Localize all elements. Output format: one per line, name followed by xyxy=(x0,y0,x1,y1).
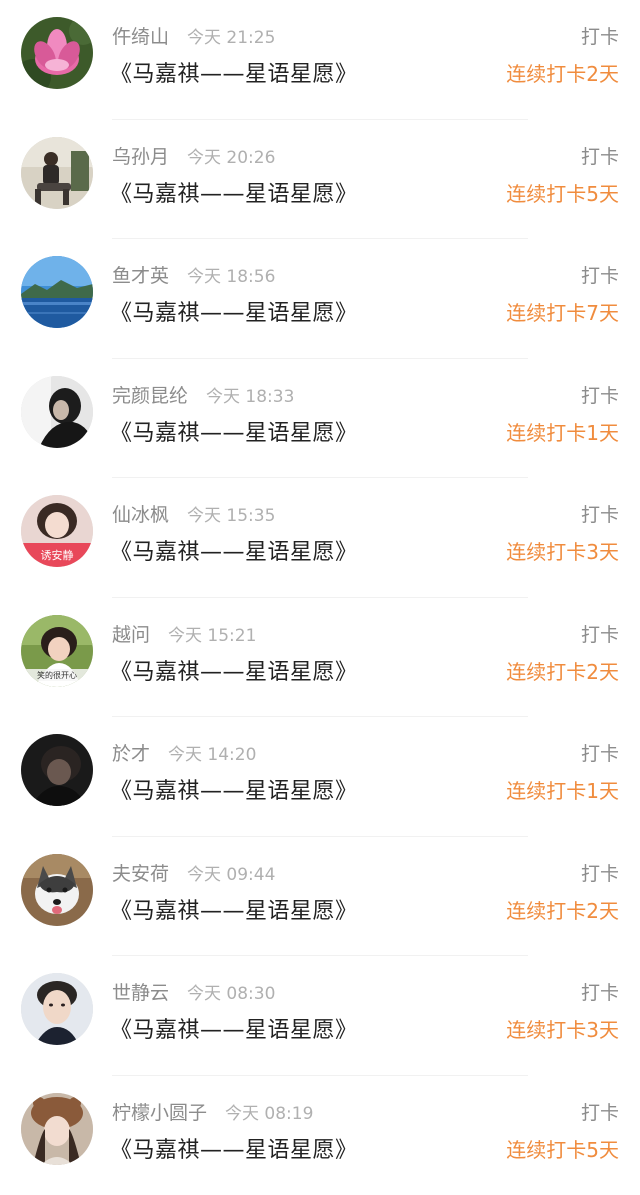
checkin-label: 打卡 xyxy=(581,859,619,886)
content-title[interactable]: 《马嘉祺——星语星愿》 xyxy=(110,295,358,327)
streak-badge: 连续打卡3天 xyxy=(506,1014,619,1043)
user-name[interactable]: 世静云 xyxy=(112,978,169,1005)
girl-with-banner-photo-icon: 诱安静 xyxy=(21,495,93,567)
content-title[interactable]: 《马嘉祺——星语星愿》 xyxy=(110,415,358,447)
dark-face-photo-icon xyxy=(21,734,93,806)
list-item[interactable]: 柠檬小圆子 今天 08:19 《马嘉祺——星语星愿》 打卡 连续打卡5天 xyxy=(0,1076,640,1195)
timestamp: 今天 15:35 xyxy=(187,501,275,526)
avatar[interactable] xyxy=(21,376,93,448)
avatar[interactable] xyxy=(21,854,93,926)
timestamp: 今天 20:26 xyxy=(187,143,275,168)
lotus-photo-icon xyxy=(21,17,93,89)
user-name[interactable]: 完颜昆纶 xyxy=(112,381,188,408)
content-title[interactable]: 《马嘉祺——星语星愿》 xyxy=(110,773,358,805)
list-item[interactable]: 鱼才英 今天 18:56 《马嘉祺——星语星愿》 打卡 连续打卡7天 xyxy=(0,239,640,359)
husky-dog-photo-icon xyxy=(21,854,93,926)
timestamp: 今天 18:56 xyxy=(187,262,275,287)
streak-badge: 连续打卡1天 xyxy=(506,775,619,804)
man-portrait-photo-icon xyxy=(21,973,93,1045)
timestamp: 今天 18:33 xyxy=(206,382,294,407)
streak-badge: 连续打卡2天 xyxy=(506,895,619,924)
content-title[interactable]: 《马嘉祺——星语星愿》 xyxy=(110,176,358,208)
streak-badge: 连续打卡1天 xyxy=(506,417,619,446)
list-item[interactable]: 夫安荷 今天 09:44 《马嘉祺——星语星愿》 打卡 连续打卡2天 xyxy=(0,837,640,957)
avatar[interactable] xyxy=(21,1093,93,1165)
avatar[interactable]: 笑的很开心 xyxy=(21,615,93,687)
dark-portrait-photo-icon xyxy=(21,376,93,448)
content-title[interactable]: 《马嘉祺——星语星愿》 xyxy=(110,1012,358,1044)
avatar[interactable] xyxy=(21,734,93,806)
avatar[interactable] xyxy=(21,256,93,328)
content-title[interactable]: 《马嘉祺——星语星愿》 xyxy=(110,1132,358,1164)
list-item[interactable]: 笑的很开心 越问 今天 15:21 《马嘉祺——星语星愿》 打卡 连续打卡2天 xyxy=(0,598,640,718)
checkin-label: 打卡 xyxy=(581,739,619,766)
user-name[interactable]: 仙冰枫 xyxy=(112,500,169,527)
user-name[interactable]: 柠檬小圆子 xyxy=(112,1098,207,1125)
list-item[interactable]: 乌孙月 今天 20:26 《马嘉祺——星语星愿》 打卡 连续打卡5天 xyxy=(0,120,640,240)
user-name[interactable]: 夫安荷 xyxy=(112,859,169,886)
streak-badge: 连续打卡7天 xyxy=(506,297,619,326)
checkin-label: 打卡 xyxy=(581,381,619,408)
checkin-label: 打卡 xyxy=(581,978,619,1005)
timestamp: 今天 08:19 xyxy=(225,1099,313,1124)
avatar[interactable]: 诱安静 xyxy=(21,495,93,567)
list-item[interactable]: 於才 今天 14:20 《马嘉祺——星语星愿》 打卡 连续打卡1天 xyxy=(0,717,640,837)
timestamp: 今天 21:25 xyxy=(187,23,275,48)
streak-badge: 连续打卡5天 xyxy=(506,1134,619,1163)
user-name[interactable]: 仵绮山 xyxy=(112,22,169,49)
content-title[interactable]: 《马嘉祺——星语星愿》 xyxy=(110,654,358,686)
avatar-caption: 诱安静 xyxy=(41,548,74,562)
streak-badge: 连续打卡2天 xyxy=(506,58,619,87)
checkin-label: 打卡 xyxy=(581,500,619,527)
content-title[interactable]: 《马嘉祺——星语星愿》 xyxy=(110,893,358,925)
smiling-girl-photo-icon: 笑的很开心 xyxy=(21,615,93,687)
avatar[interactable] xyxy=(21,973,93,1045)
timestamp: 今天 15:21 xyxy=(168,621,256,646)
streak-badge: 连续打卡3天 xyxy=(506,536,619,565)
user-name[interactable]: 越问 xyxy=(112,620,150,647)
streak-badge: 连续打卡2天 xyxy=(506,656,619,685)
list-item[interactable]: 仵绮山 今天 21:25 《马嘉祺——星语星愿》 打卡 连续打卡2天 xyxy=(0,0,640,120)
user-name[interactable]: 於才 xyxy=(112,739,150,766)
list-item[interactable]: 诱安静 仙冰枫 今天 15:35 《马嘉祺——星语星愿》 打卡 连续打卡3天 xyxy=(0,478,640,598)
user-name[interactable]: 乌孙月 xyxy=(112,142,169,169)
checkin-label: 打卡 xyxy=(581,1098,619,1125)
checkin-label: 打卡 xyxy=(581,142,619,169)
girl-with-hat-photo-icon xyxy=(21,1093,93,1165)
checkin-label: 打卡 xyxy=(581,620,619,647)
checkin-label: 打卡 xyxy=(581,261,619,288)
content-title[interactable]: 《马嘉祺——星语星愿》 xyxy=(110,534,358,566)
streak-badge: 连续打卡5天 xyxy=(506,178,619,207)
list-item[interactable]: 世静云 今天 08:30 《马嘉祺——星语星愿》 打卡 连续打卡3天 xyxy=(0,956,640,1076)
content-title[interactable]: 《马嘉祺——星语星愿》 xyxy=(110,56,358,88)
timestamp: 今天 09:44 xyxy=(187,860,275,885)
avatar[interactable] xyxy=(21,17,93,89)
user-name[interactable]: 鱼才英 xyxy=(112,261,169,288)
checkin-list: 仵绮山 今天 21:25 《马嘉祺——星语星愿》 打卡 连续打卡2天 乌孙月 今… xyxy=(0,0,640,1178)
timestamp: 今天 14:20 xyxy=(168,740,256,765)
avatar[interactable] xyxy=(21,137,93,209)
timestamp: 今天 08:30 xyxy=(187,979,275,1004)
avatar-caption: 笑的很开心 xyxy=(37,670,77,680)
checkin-label: 打卡 xyxy=(581,22,619,49)
list-item[interactable]: 完颜昆纶 今天 18:33 《马嘉祺——星语星愿》 打卡 连续打卡1天 xyxy=(0,359,640,479)
person-sitting-photo-icon xyxy=(21,137,93,209)
lake-landscape-photo-icon xyxy=(21,256,93,328)
